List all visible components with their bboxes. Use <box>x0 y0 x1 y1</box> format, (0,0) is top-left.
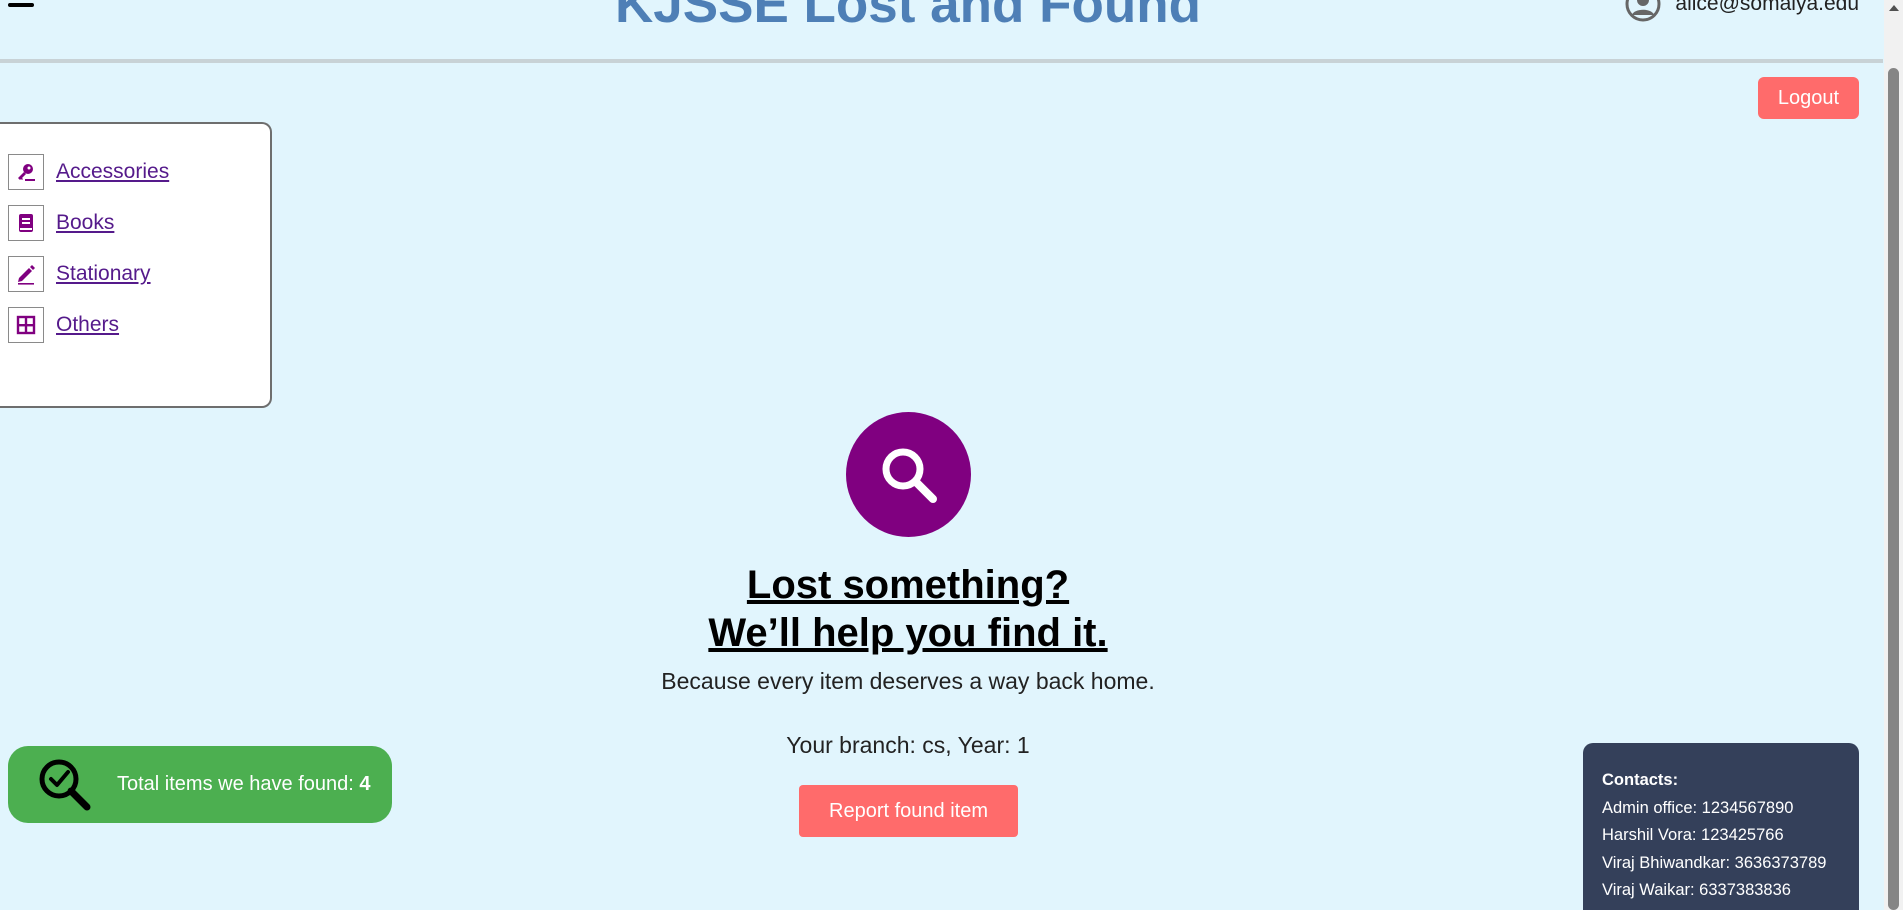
category-link-books[interactable]: Books <box>56 211 114 235</box>
hero-headline: Lost something? We’ll help you find it. <box>0 561 1816 657</box>
report-found-item-button[interactable]: Report found item <box>799 785 1018 837</box>
header: KJSSE Lost and Found alice@somaiya.edu <box>0 0 1883 63</box>
category-item-accessories[interactable]: Accessories <box>8 154 169 190</box>
category-link-others[interactable]: Others <box>56 313 119 337</box>
user-avatar-icon <box>1625 0 1661 22</box>
search-icon <box>846 412 971 537</box>
scrollbar-thumb[interactable] <box>1888 68 1899 910</box>
book-icon <box>8 205 44 241</box>
category-sidebar: Accessories Books Stationary Others <box>0 122 272 408</box>
user-email: alice@somaiya.edu <box>1675 0 1859 15</box>
headline-line-2: We’ll help you find it. <box>708 611 1108 655</box>
grid-icon <box>8 307 44 343</box>
found-counter-text: Total items we have found: 4 <box>117 773 370 796</box>
category-link-stationary[interactable]: Stationary <box>56 262 151 286</box>
category-item-books[interactable]: Books <box>8 205 114 241</box>
key-icon <box>8 154 44 190</box>
category-link-accessories[interactable]: Accessories <box>56 160 169 184</box>
scroll-up-arrow-icon[interactable] <box>1889 5 1899 11</box>
page-title: KJSSE Lost and Found <box>615 0 1201 34</box>
contact-line: Viraj Bhiwandkar: 3636373789 <box>1602 853 1827 872</box>
contacts-title: Contacts: <box>1602 771 1679 789</box>
found-count: 4 <box>359 773 371 795</box>
found-counter-label: Total items we have found: <box>117 773 354 795</box>
magnifier-icon <box>39 759 91 810</box>
headline-line-1: Lost something? <box>746 563 1070 607</box>
page: KJSSE Lost and Found alice@somaiya.edu L… <box>0 0 1903 910</box>
category-item-others[interactable]: Others <box>8 307 119 343</box>
user-info: alice@somaiya.edu <box>1625 0 1859 22</box>
hero-subtitle: Because every item deserves a way back h… <box>661 668 1155 694</box>
pencil-icon <box>8 256 44 292</box>
contact-line: Harshil Vora: 123425766 <box>1602 826 1784 844</box>
category-item-stationary[interactable]: Stationary <box>8 256 151 292</box>
scrollbar[interactable] <box>1884 0 1903 910</box>
found-counter-card: Total items we have found: 4 <box>8 746 392 823</box>
contacts-card: Contacts: Admin office: 1234567890 Harsh… <box>1583 743 1859 910</box>
logout-button[interactable]: Logout <box>1758 77 1859 119</box>
contact-line: Viraj Waikar: 6337383836 <box>1602 881 1791 899</box>
contact-line: Admin office: 1234567890 <box>1602 798 1794 817</box>
